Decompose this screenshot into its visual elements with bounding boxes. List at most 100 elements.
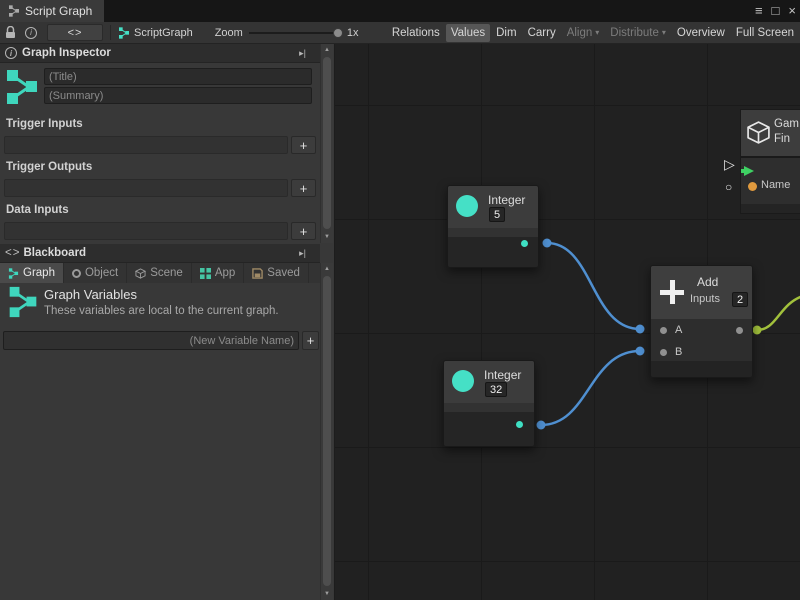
zoom-label: Zoom <box>215 27 243 39</box>
object-icon <box>72 269 81 278</box>
integer-node-32[interactable]: Integer 32 <box>443 360 535 447</box>
add-trigger-output-button[interactable]: + <box>291 179 316 197</box>
title-field[interactable] <box>44 68 312 85</box>
title-bar: Script Graph ≡ □ × <box>0 0 800 22</box>
wire-endpoint[interactable] <box>636 325 645 334</box>
add-data-input-button[interactable]: + <box>291 222 316 240</box>
scroll-down-icon[interactable]: ▼ <box>321 231 333 243</box>
menu-icon[interactable]: ≡ <box>755 0 763 22</box>
find-node-header[interactable]: Gam Fin <box>740 109 800 157</box>
tab-script-graph[interactable]: Script Graph <box>0 0 104 22</box>
zoom-value: 1x <box>347 27 359 39</box>
scroll-down-icon[interactable]: ▼ <box>321 588 333 600</box>
chevron-down-icon: ▾ <box>662 28 666 37</box>
tab-graph[interactable]: Graph <box>0 263 64 283</box>
wire-endpoint[interactable] <box>636 347 645 356</box>
node-footer <box>444 412 534 446</box>
new-variable-input[interactable] <box>3 331 299 350</box>
control-flow-arrow-icon[interactable] <box>744 166 754 176</box>
inspector-scrollbar[interactable]: ▲ ▼ <box>320 44 333 243</box>
data-inputs-label: Data Inputs <box>6 204 69 216</box>
tab-object-label: Object <box>85 267 118 279</box>
dim-button[interactable]: Dim <box>491 24 521 42</box>
trigger-outputs-list[interactable] <box>4 179 288 197</box>
node-title: Add <box>697 275 718 289</box>
values-button[interactable]: Values <box>446 24 490 42</box>
scrollbar-thumb[interactable] <box>323 276 331 586</box>
integer-node-5[interactable]: Integer 5 <box>447 185 539 268</box>
output-port[interactable] <box>516 421 523 428</box>
dock-icon[interactable]: ▸| <box>299 48 306 59</box>
integer-icon <box>452 370 474 392</box>
input-port-a[interactable] <box>660 327 667 334</box>
graph-canvas[interactable]: Integer 5 Integer 32 Add Inputs 2 A B Ga… <box>335 44 800 600</box>
trigger-inputs-label: Trigger Inputs <box>6 118 83 130</box>
scroll-up-icon[interactable]: ▲ <box>321 44 333 56</box>
add-trigger-input-button[interactable]: + <box>291 136 316 154</box>
maximize-icon[interactable]: □ <box>772 0 780 22</box>
output-port[interactable] <box>736 327 743 334</box>
carry-button[interactable]: Carry <box>523 24 561 42</box>
summary-field[interactable] <box>44 87 312 104</box>
inputs-count-field[interactable]: 2 <box>732 292 748 307</box>
port-b-label: B <box>675 346 682 358</box>
distribute-button[interactable]: Distribute ▾ <box>605 24 671 42</box>
align-button[interactable]: Align ▾ <box>562 24 605 42</box>
node-body <box>651 319 752 363</box>
graph-variables-icon <box>8 286 38 318</box>
data-inputs-list[interactable] <box>4 222 288 240</box>
integer-value-field[interactable]: 32 <box>485 382 507 397</box>
scroll-up-icon[interactable]: ▲ <box>321 263 333 275</box>
port-a-label: A <box>675 324 682 336</box>
graph-inspector-header[interactable]: i Graph Inspector ▸| <box>0 44 320 63</box>
graph-icon <box>6 69 38 105</box>
tab-app[interactable]: App <box>192 263 244 283</box>
wire-integer32-to-b[interactable] <box>541 351 640 425</box>
info-icon[interactable]: i <box>25 27 37 39</box>
tab-title: Script Graph <box>25 4 92 18</box>
align-label: Align <box>567 27 593 39</box>
dock-icon[interactable]: ▸| <box>299 248 306 259</box>
integer-value-field[interactable]: 5 <box>489 207 505 222</box>
zoom-slider-handle[interactable] <box>333 28 343 38</box>
graph-reference[interactable]: ScriptGraph <box>118 27 193 39</box>
wire-add-output[interactable] <box>757 296 800 330</box>
wire-integer5-to-a[interactable] <box>547 243 640 329</box>
add-variable-button[interactable]: + <box>302 331 319 350</box>
blackboard-scrollbar[interactable]: ▲ ▼ <box>320 263 333 600</box>
code-icon: <> <box>5 247 20 259</box>
blackboard-header[interactable]: <> Blackboard ▸| <box>0 244 320 263</box>
wire-endpoint[interactable] <box>543 239 552 248</box>
graph-icon <box>8 5 20 17</box>
relations-button[interactable]: Relations <box>387 24 445 42</box>
toolbar-buttons: Relations Values Dim Carry Align ▾ Distr… <box>387 22 800 44</box>
tab-scene[interactable]: Scene <box>127 263 192 283</box>
unconnected-data-port-icon[interactable]: ○ <box>725 180 732 194</box>
graph-inspector-title: Graph Inspector <box>22 47 111 59</box>
full-screen-button[interactable]: Full Screen <box>731 24 799 42</box>
info-icon: i <box>5 47 17 59</box>
overview-button[interactable]: Overview <box>672 24 730 42</box>
input-port-b[interactable] <box>660 349 667 356</box>
trigger-outputs-label: Trigger Outputs <box>6 161 92 173</box>
tab-saved[interactable]: Saved <box>244 263 309 283</box>
output-port[interactable] <box>521 240 528 247</box>
node-title-line2: Fin <box>774 133 790 145</box>
tab-object[interactable]: Object <box>64 263 127 283</box>
scrollbar-thumb[interactable] <box>323 57 331 229</box>
code-view-button[interactable]: <> <box>47 24 103 41</box>
wire-endpoint[interactable] <box>537 421 546 430</box>
name-port[interactable] <box>748 182 757 191</box>
blackboard-tabs: Graph Object Scene App Saved <box>0 263 320 283</box>
graph-variables-heading: Graph Variables <box>44 287 137 302</box>
wire-endpoint[interactable] <box>753 326 762 335</box>
graph-toolbar: i <> ScriptGraph Zoom 1x Relations Value… <box>0 22 800 44</box>
unconnected-control-port-icon[interactable]: ▷ <box>724 156 735 173</box>
tab-scene-label: Scene <box>150 267 183 279</box>
find-node-body[interactable]: Name <box>740 157 800 214</box>
add-node[interactable]: Add Inputs 2 A B <box>650 265 753 378</box>
trigger-inputs-list[interactable] <box>4 136 288 154</box>
close-icon[interactable]: × <box>788 0 796 22</box>
zoom-slider[interactable] <box>249 26 343 40</box>
lock-icon[interactable] <box>5 26 16 39</box>
